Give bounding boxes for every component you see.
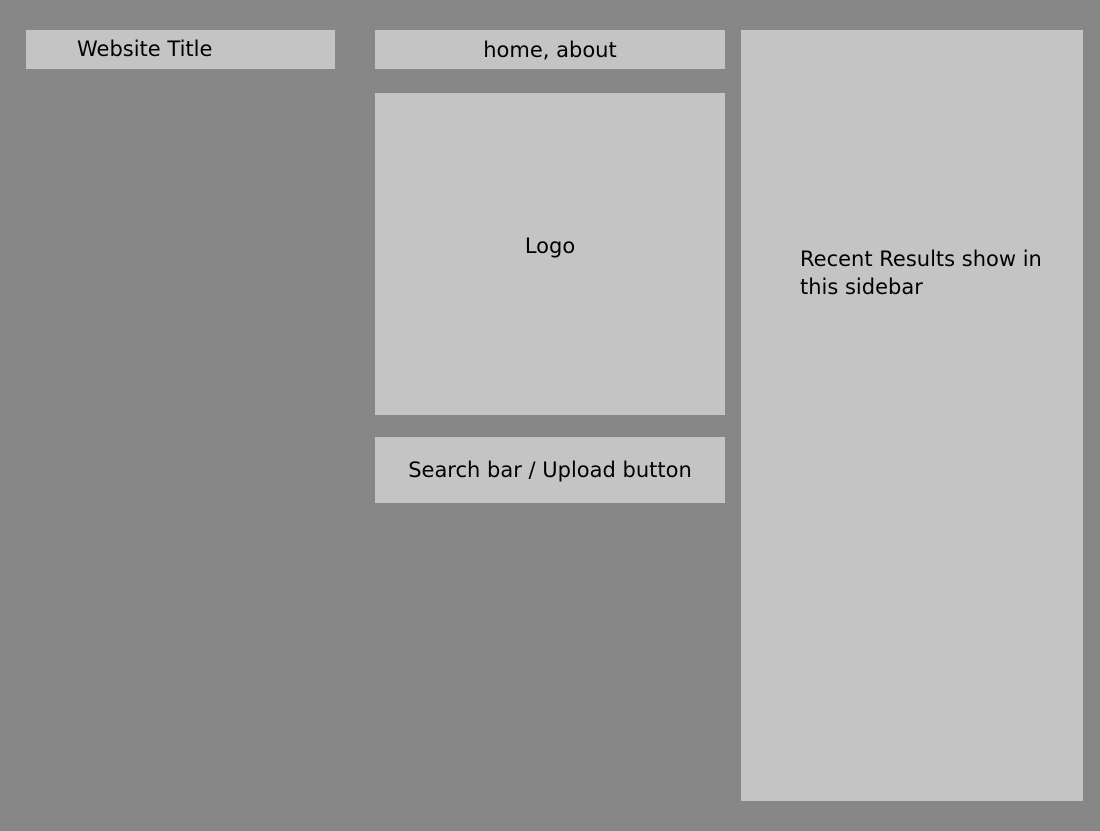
website-title: Website Title [77, 37, 213, 61]
nav-links-block[interactable]: home, about [375, 30, 725, 69]
search-upload-block[interactable]: Search bar / Upload button [375, 437, 725, 503]
logo-label: Logo [524, 234, 576, 258]
website-title-block: Website Title [26, 30, 335, 69]
recent-results-sidebar: Recent Results show in this sidebar [741, 30, 1083, 801]
nav-links-label[interactable]: home, about [483, 38, 616, 62]
sidebar-text: Recent Results show in this sidebar [800, 247, 1042, 299]
logo-block: Logo [375, 93, 725, 415]
search-upload-label[interactable]: Search bar / Upload button [408, 458, 692, 482]
